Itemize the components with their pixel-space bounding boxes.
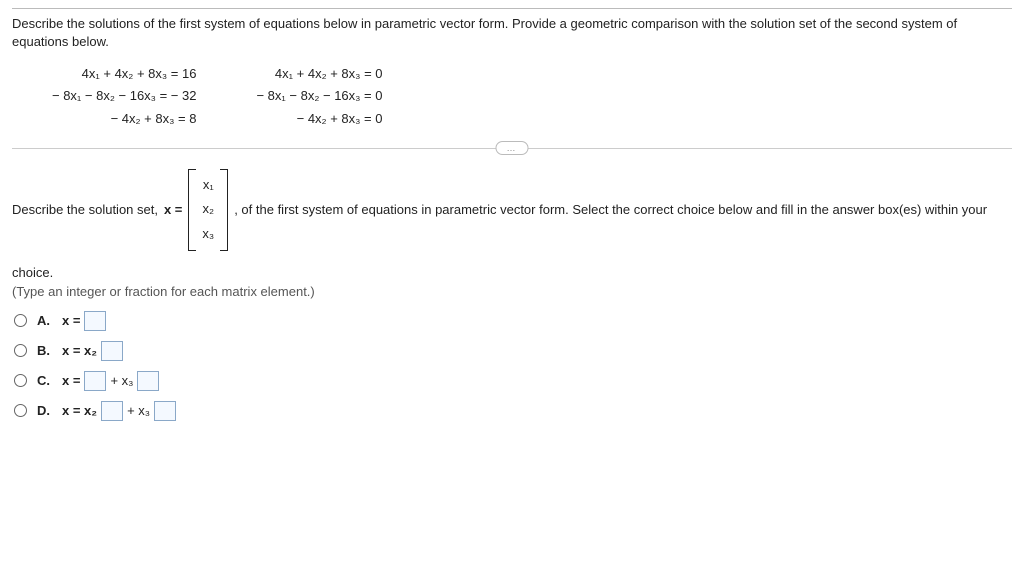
option-b-box[interactable] [101,341,123,361]
option-c-expr: x = + x₃ [62,371,159,391]
sys2-eq3: − 4x₂ + 8x₃ = 0 [297,108,383,130]
vector-bracket: x₁ x₂ x₃ [188,169,228,251]
ellipsis-icon[interactable]: … [496,141,529,155]
sys1-eq2: − 8x₁ − 8x₂ − 16x₃ = − 32 [52,85,196,107]
radio-a[interactable] [14,314,27,327]
option-b-expr: x = x₂ [62,341,123,361]
vec-x1: x₁ [202,173,214,198]
vec-x3: x₃ [202,222,214,247]
sys1-eq3: − 4x₂ + 8x₃ = 8 [111,108,197,130]
option-a-expr: x = [62,311,106,331]
describe-pre: Describe the solution set, [12,200,158,220]
describe-prompt: Describe the solution set, x = x₁ x₂ x₃ … [12,169,1012,251]
option-c-label: C. [37,373,50,388]
type-hint: (Type an integer or fraction for each ma… [12,284,1012,299]
option-d-expr: x = x₂ + x₃ [62,401,176,421]
describe-post: , of the first system of equations in pa… [234,200,987,220]
sys2-eq1: 4x₁ + 4x₂ + 8x₃ = 0 [275,63,383,85]
vec-x2: x₂ [202,197,214,222]
option-a[interactable]: A. x = [14,311,1012,331]
answer-options: A. x = B. x = x₂ C. x = + x₃ D. x = x₂ +… [14,311,1012,421]
x-equals-label: x = [164,200,182,220]
option-c[interactable]: C. x = + x₃ [14,371,1012,391]
radio-d[interactable] [14,404,27,417]
option-a-label: A. [37,313,50,328]
sys1-eq1: 4x₁ + 4x₂ + 8x₃ = 16 [82,63,197,85]
option-d-label: D. [37,403,50,418]
question-text: Describe the solutions of the first syst… [12,8,1012,51]
option-d-box2[interactable] [154,401,176,421]
option-d[interactable]: D. x = x₂ + x₃ [14,401,1012,421]
option-a-box[interactable] [84,311,106,331]
section-divider: … [12,148,1012,149]
equation-systems: 4x₁ + 4x₂ + 8x₃ = 16 − 8x₁ − 8x₂ − 16x₃ … [52,63,1012,129]
system-1: 4x₁ + 4x₂ + 8x₃ = 16 − 8x₁ − 8x₂ − 16x₃ … [52,63,196,129]
radio-b[interactable] [14,344,27,357]
option-d-box1[interactable] [101,401,123,421]
sys2-eq2: − 8x₁ − 8x₂ − 16x₃ = 0 [256,85,382,107]
option-b[interactable]: B. x = x₂ [14,341,1012,361]
choice-word: choice. [12,265,1012,280]
option-b-label: B. [37,343,50,358]
system-2: 4x₁ + 4x₂ + 8x₃ = 0 − 8x₁ − 8x₂ − 16x₃ =… [256,63,382,129]
radio-c[interactable] [14,374,27,387]
option-c-box2[interactable] [137,371,159,391]
option-c-box1[interactable] [84,371,106,391]
